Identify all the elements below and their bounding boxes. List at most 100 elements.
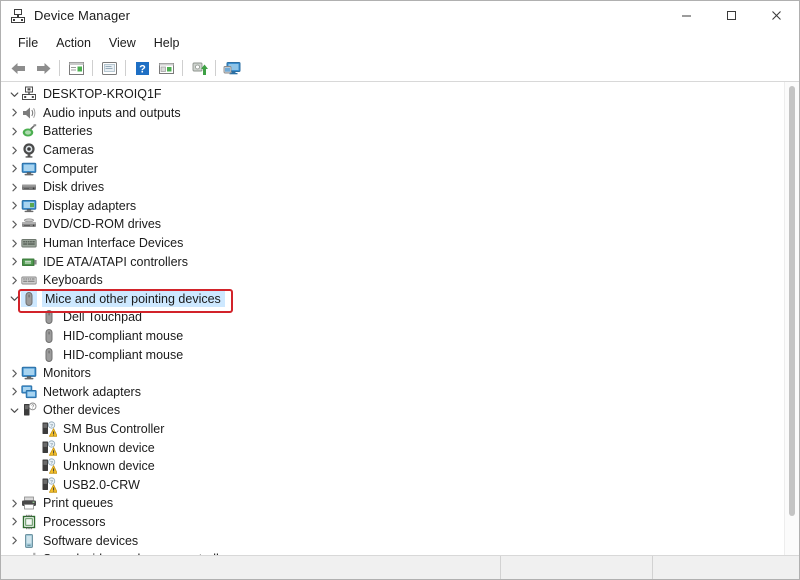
device-manager-icon — [11, 8, 25, 23]
unknown-device-warning-icon: ? — [42, 477, 57, 493]
tree-row-software-devices[interactable]: Software devices — [1, 531, 799, 550]
mouse-icon — [45, 310, 53, 325]
tree-row-sound-video-and-game-controllers[interactable]: Sound, video and game controllers — [1, 550, 799, 555]
tree-expander[interactable] — [7, 517, 21, 526]
menu-action[interactable]: Action — [47, 33, 100, 53]
maximize-button[interactable] — [709, 1, 754, 30]
tree-row-ide-ata-atapi-controllers[interactable]: IDE ATA/ATAPI controllers — [1, 252, 799, 271]
update-driver-button[interactable] — [97, 57, 121, 79]
tree-row-disk-drives[interactable]: Disk drives — [1, 178, 799, 197]
tree-expander[interactable] — [7, 220, 21, 229]
tree-expander[interactable] — [7, 294, 21, 303]
root-expander[interactable] — [7, 90, 21, 99]
help-button[interactable]: ? — [130, 57, 154, 79]
display-adapter-icon — [21, 199, 37, 212]
device-tree-panel: DESKTOP-KROIQ1F Audio inputs and outputs B… — [1, 82, 799, 556]
menu-file[interactable]: File — [9, 33, 47, 53]
show-hidden-devices-button[interactable] — [220, 57, 244, 79]
minimize-button[interactable] — [664, 1, 709, 30]
other-device-icon: ? — [21, 402, 37, 418]
toolbar-separator — [215, 60, 216, 76]
tree-row-processors[interactable]: Processors — [1, 513, 799, 532]
tree-row-dvd-cd-rom-drives[interactable]: DVD/CD-ROM drives — [1, 215, 799, 234]
tree-row-root[interactable]: DESKTOP-KROIQ1F — [1, 85, 799, 104]
scan-hardware-button[interactable] — [154, 57, 178, 79]
close-button[interactable] — [754, 1, 799, 30]
tree-row-sm-bus-controller[interactable]: ? SM Bus Controller — [1, 420, 799, 439]
hid-icon — [21, 239, 37, 248]
tree-row-computer[interactable]: Computer — [1, 159, 799, 178]
forward-button[interactable] — [31, 57, 55, 79]
tree-row-other-devices[interactable]: ? Other devices — [1, 401, 799, 420]
tree-row-audio-inputs-and-outputs[interactable]: Audio inputs and outputs — [1, 104, 799, 123]
keyboard-icon — [21, 272, 37, 288]
tree-expander[interactable] — [7, 369, 21, 378]
tree-expander[interactable] — [7, 387, 21, 396]
tree-row-label: Unknown device — [63, 440, 155, 455]
tree-row-monitors[interactable]: Monitors — [1, 364, 799, 383]
back-button[interactable] — [7, 57, 31, 79]
tree-row-usb2-0-crw[interactable]: ? USB2.0-CRW — [1, 475, 799, 494]
tree-expander[interactable] — [7, 183, 21, 192]
tree-row-hid-compliant-mouse[interactable]: HID-compliant mouse — [1, 345, 799, 364]
tree-expander[interactable] — [7, 108, 21, 117]
ide-controller-icon — [22, 258, 37, 266]
tree-expander[interactable] — [7, 239, 21, 248]
dvd-drive-icon — [22, 218, 36, 228]
uninstall-device-button[interactable] — [187, 57, 211, 79]
forward-arrow-icon — [37, 62, 51, 74]
tree-row-network-adapters[interactable]: Network adapters — [1, 383, 799, 402]
tree-row-unknown-device[interactable]: ? Unknown device — [1, 457, 799, 476]
tree-row-label: Network adapters — [43, 384, 141, 399]
unknown-device-warning-icon: ? — [42, 439, 57, 456]
scan-hardware-icon — [158, 62, 174, 74]
unknown-device-warning-icon: ? — [41, 439, 57, 456]
tree-row-label: Print queues — [43, 496, 114, 511]
close-icon — [772, 11, 781, 20]
tree-row-label: Keyboards — [43, 273, 103, 288]
tree-row-display-adapters[interactable]: Display adapters — [1, 197, 799, 216]
tree-row-cameras[interactable]: Cameras — [1, 141, 799, 160]
tree-row-label: DVD/CD-ROM drives — [43, 217, 162, 232]
tree-expander[interactable] — [7, 164, 21, 173]
mouse-icon — [41, 347, 57, 363]
mouse-icon — [41, 309, 57, 325]
device-tree[interactable]: DESKTOP-KROIQ1F Audio inputs and outputs B… — [1, 85, 799, 555]
tree-row-keyboards[interactable]: Keyboards — [1, 271, 799, 290]
minimize-icon — [682, 15, 691, 17]
tree-expander[interactable] — [7, 276, 21, 285]
menu-view[interactable]: View — [100, 33, 145, 53]
scrollbar-thumb[interactable] — [789, 86, 795, 516]
tree-row-batteries[interactable]: Batteries — [1, 122, 799, 141]
tree-row-dell-touchpad[interactable]: Dell Touchpad — [1, 308, 799, 327]
chevron-right-icon — [11, 201, 17, 210]
sound-controller-icon — [33, 552, 36, 555]
chevron-right-icon — [11, 536, 17, 545]
tree-expander[interactable] — [7, 127, 21, 136]
tree-row-label: Cameras — [43, 143, 94, 158]
tree-row-unknown-device[interactable]: ? Unknown device — [1, 438, 799, 457]
tree-expander[interactable] — [7, 499, 21, 508]
tree-row-label: SM Bus Controller — [63, 421, 165, 436]
disk-drive-icon — [22, 184, 36, 191]
vertical-scrollbar[interactable] — [784, 82, 799, 555]
tree-expander[interactable] — [7, 536, 21, 545]
chevron-right-icon — [11, 499, 17, 508]
tree-row-label: Other devices — [43, 403, 121, 418]
tree-row-hid-compliant-mouse[interactable]: HID-compliant mouse — [1, 327, 799, 346]
chevron-right-icon — [11, 276, 17, 285]
keyboard-icon — [21, 276, 37, 285]
tree-expander[interactable] — [7, 146, 21, 155]
tree-row-print-queues[interactable]: Print queues — [1, 494, 799, 513]
properties-button[interactable] — [64, 57, 88, 79]
tree-expander[interactable] — [7, 201, 21, 210]
menu-help[interactable]: Help — [145, 33, 189, 53]
tree-expander[interactable] — [7, 257, 21, 266]
chevron-right-icon — [11, 239, 17, 247]
window-title: Device Manager — [34, 8, 131, 23]
tree-row-mice-and-other-pointing-devices[interactable]: Mice and other pointing devices — [1, 290, 799, 309]
tree-row-human-interface-devices[interactable]: Human Interface Devices — [1, 234, 799, 253]
tree-row-label: HID-compliant mouse — [63, 347, 184, 362]
sound-controller-icon — [21, 551, 37, 555]
tree-expander[interactable] — [7, 406, 21, 415]
